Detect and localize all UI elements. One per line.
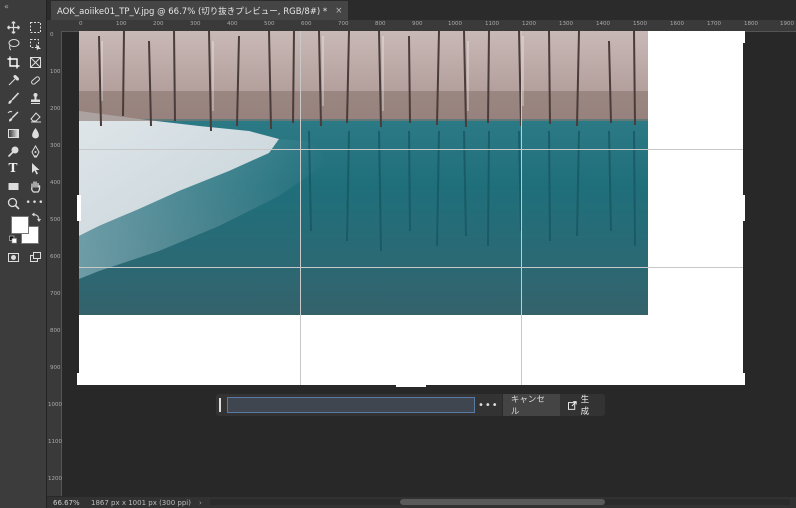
contextual-task-bar: ••• キャンセル 生成 bbox=[216, 394, 605, 417]
ruler-label: 200 bbox=[153, 21, 164, 27]
ruler-label: 500 bbox=[264, 21, 275, 27]
crop-grid-line bbox=[300, 31, 301, 385]
crop-handle-bottom[interactable] bbox=[396, 384, 426, 387]
ruler-label: 1200 bbox=[522, 21, 536, 27]
foreground-color-swatch[interactable] bbox=[11, 216, 29, 234]
marquee-tool-icon[interactable] bbox=[27, 20, 43, 34]
blur-tool-icon[interactable] bbox=[27, 126, 43, 140]
ruler-label: 1400 bbox=[596, 21, 610, 27]
horizontal-scrollbar-thumb[interactable] bbox=[400, 499, 605, 505]
crop-grid-line bbox=[79, 149, 743, 150]
ruler-corner[interactable] bbox=[47, 20, 61, 31]
crop-handle-right[interactable] bbox=[741, 195, 745, 221]
document-dimensions: 1867 px x 1001 px (300 ppi) bbox=[91, 498, 191, 507]
ruler-label: 0 bbox=[79, 21, 83, 27]
ruler-label: 1700 bbox=[707, 21, 721, 27]
close-tab-icon[interactable]: × bbox=[335, 6, 342, 16]
ruler-label: 1900 bbox=[780, 21, 794, 27]
canvas-photo[interactable] bbox=[79, 31, 648, 315]
ruler-label: 600 bbox=[301, 21, 312, 27]
history-brush-icon[interactable] bbox=[5, 109, 21, 123]
ruler-label: 1000 bbox=[48, 402, 62, 408]
vertical-ruler[interactable]: 0 100 200 300 400 500 600 700 800 900 10… bbox=[47, 31, 62, 496]
collapse-panel-icon[interactable]: « bbox=[4, 2, 9, 11]
ruler-label: 1200 bbox=[48, 476, 62, 482]
stamp-tool-icon[interactable] bbox=[27, 91, 43, 105]
hand-tool-icon[interactable] bbox=[27, 179, 43, 193]
ruler-label: 1100 bbox=[48, 439, 62, 445]
ruler-label: 700 bbox=[50, 291, 61, 297]
prompt-input[interactable] bbox=[226, 397, 475, 413]
ruler-label: 500 bbox=[50, 217, 61, 223]
crop-tool-icon[interactable] bbox=[5, 55, 21, 69]
object-select-tool-icon[interactable] bbox=[27, 37, 43, 51]
ruler-label: 200 bbox=[50, 106, 61, 112]
zoom-tool-icon[interactable] bbox=[5, 196, 21, 210]
crop-handle-bottom-left-v[interactable] bbox=[77, 373, 81, 385]
path-select-tool-icon[interactable] bbox=[27, 161, 43, 175]
external-generate-icon bbox=[567, 400, 577, 410]
more-tools-icon[interactable]: ••• bbox=[26, 196, 44, 210]
ruler-label: 900 bbox=[412, 21, 423, 27]
ruler-label: 600 bbox=[50, 254, 61, 260]
ruler-label: 100 bbox=[50, 69, 61, 75]
ruler-label: 1100 bbox=[485, 21, 499, 27]
ruler-label: 800 bbox=[375, 21, 386, 27]
generate-button[interactable]: 生成 bbox=[560, 394, 605, 417]
status-menu-arrow[interactable]: › bbox=[199, 499, 202, 507]
document-tab[interactable]: AOK_aoiike01_TP_V.jpg @ 66.7% (切り抜きプレビュー… bbox=[51, 1, 349, 20]
dodge-tool-icon[interactable] bbox=[5, 144, 21, 158]
ruler-label: 800 bbox=[50, 328, 61, 334]
drag-handle[interactable] bbox=[219, 398, 221, 412]
screen-mode-icon[interactable] bbox=[27, 250, 43, 264]
lake-photo bbox=[79, 31, 648, 315]
document-tab-title: AOK_aoiike01_TP_V.jpg @ 66.7% (切り抜きプレビュー… bbox=[57, 6, 328, 17]
more-options-button[interactable]: ••• bbox=[475, 400, 502, 411]
frame-tool-icon[interactable] bbox=[27, 55, 43, 69]
gradient-tool-icon[interactable] bbox=[5, 126, 21, 140]
quick-mask-icon[interactable] bbox=[5, 250, 21, 264]
brush-tool-icon[interactable] bbox=[5, 91, 21, 105]
ruler-label: 400 bbox=[227, 21, 238, 27]
lasso-tool-icon[interactable] bbox=[5, 37, 21, 51]
default-colors-icon[interactable] bbox=[9, 235, 17, 243]
eyedropper-tool-icon[interactable] bbox=[5, 73, 21, 87]
generate-label: 生成 bbox=[580, 395, 590, 417]
cancel-button[interactable]: キャンセル bbox=[501, 394, 560, 417]
ruler-label: 300 bbox=[50, 143, 61, 149]
pen-tool-icon[interactable] bbox=[27, 144, 43, 158]
ruler-label: 1800 bbox=[744, 21, 758, 27]
document-tab-bar: AOK_aoiike01_TP_V.jpg @ 66.7% (切り抜きプレビュー… bbox=[47, 0, 796, 20]
type-tool-icon[interactable]: T bbox=[5, 161, 21, 175]
ruler-label: 1300 bbox=[559, 21, 573, 27]
move-tool-icon[interactable] bbox=[5, 20, 21, 34]
zoom-level[interactable]: 66.67% bbox=[53, 499, 87, 507]
crop-handle-top-right[interactable] bbox=[741, 31, 745, 43]
ruler-label: 300 bbox=[190, 21, 201, 27]
swap-colors-icon[interactable] bbox=[31, 212, 41, 222]
crop-handle-left[interactable] bbox=[77, 195, 81, 221]
eraser-tool-icon[interactable] bbox=[27, 109, 43, 123]
healing-brush-icon[interactable] bbox=[27, 73, 43, 87]
ruler-label: 700 bbox=[338, 21, 349, 27]
ruler-label: 0 bbox=[50, 32, 54, 38]
crop-grid-line bbox=[521, 31, 522, 385]
crop-handle-bottom-right-v[interactable] bbox=[741, 373, 745, 385]
ruler-label: 400 bbox=[50, 180, 61, 186]
tools-panel: « T ••• bbox=[0, 0, 47, 508]
ruler-label: 1500 bbox=[633, 21, 647, 27]
ruler-label: 1600 bbox=[670, 21, 684, 27]
ruler-label: 100 bbox=[116, 21, 127, 27]
ruler-label: 1000 bbox=[448, 21, 462, 27]
rectangle-tool-icon[interactable] bbox=[5, 179, 21, 193]
ruler-label: 900 bbox=[50, 365, 61, 371]
crop-grid-line bbox=[79, 267, 743, 268]
